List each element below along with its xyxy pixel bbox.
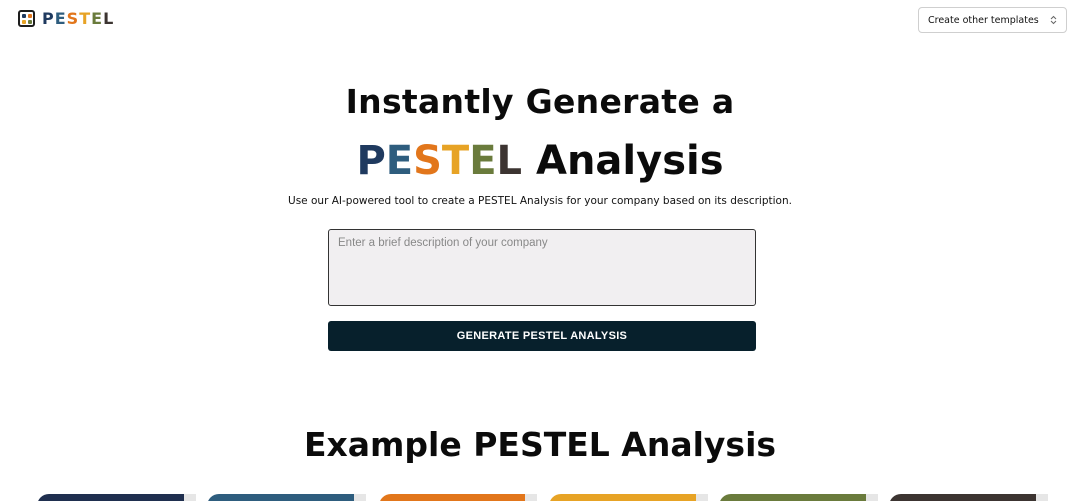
logo-letter: T xyxy=(79,9,92,28)
logo-letter: E xyxy=(91,9,104,28)
page: P E S T E L Create other templates Insta… xyxy=(0,0,1080,501)
pestel-letter: T xyxy=(441,138,470,184)
logo-letter: L xyxy=(103,9,115,28)
grid-logo-icon xyxy=(18,10,35,27)
card-divider xyxy=(866,494,878,501)
card-divider xyxy=(354,494,366,501)
logo-letter: P xyxy=(42,9,55,28)
template-select-value: Create other templates xyxy=(928,14,1039,26)
pestel-letter: S xyxy=(413,138,442,184)
example-card-environmental[interactable] xyxy=(719,494,877,501)
hero-subtitle: Use our AI-powered tool to create a PEST… xyxy=(288,195,792,207)
hero-analysis-word: Analysis xyxy=(535,138,724,184)
hero-heading: Instantly Generate a xyxy=(345,82,735,121)
example-card-social[interactable] xyxy=(379,494,537,501)
example-card-technological[interactable] xyxy=(549,494,707,501)
example-card-political[interactable] xyxy=(37,494,195,501)
logo-dot-1 xyxy=(22,14,26,18)
logo-dot-3 xyxy=(22,20,26,24)
examples-heading: Example PESTEL Analysis xyxy=(303,425,777,464)
template-select[interactable]: Create other templates xyxy=(918,7,1067,33)
company-description-input[interactable] xyxy=(328,229,756,306)
card-divider xyxy=(184,494,196,501)
example-card-economic[interactable] xyxy=(207,494,365,501)
card-divider xyxy=(696,494,708,501)
example-cards xyxy=(0,494,1080,501)
chevron-updown-icon xyxy=(1050,15,1057,25)
pestel-letter: E xyxy=(469,138,497,184)
pestel-letter: P xyxy=(356,138,386,184)
card-divider xyxy=(525,494,537,501)
pestel-letter: E xyxy=(385,138,414,184)
generate-pestel-button[interactable]: GENERATE PESTEL ANALYSIS xyxy=(328,321,756,351)
logo-dot-2 xyxy=(28,14,32,18)
logo-letter: S xyxy=(66,9,80,28)
logo-letter: E xyxy=(54,9,67,28)
logo-wordmark: P E S T E L xyxy=(42,9,114,28)
brand-logo[interactable]: P E S T E L xyxy=(18,9,114,28)
example-card-legal[interactable] xyxy=(889,494,1047,501)
logo-dot-4 xyxy=(28,20,32,24)
hero-pestel-heading: PESTEL Analysis xyxy=(0,138,1080,184)
pestel-letter: L xyxy=(496,138,523,184)
card-divider xyxy=(1036,494,1048,501)
